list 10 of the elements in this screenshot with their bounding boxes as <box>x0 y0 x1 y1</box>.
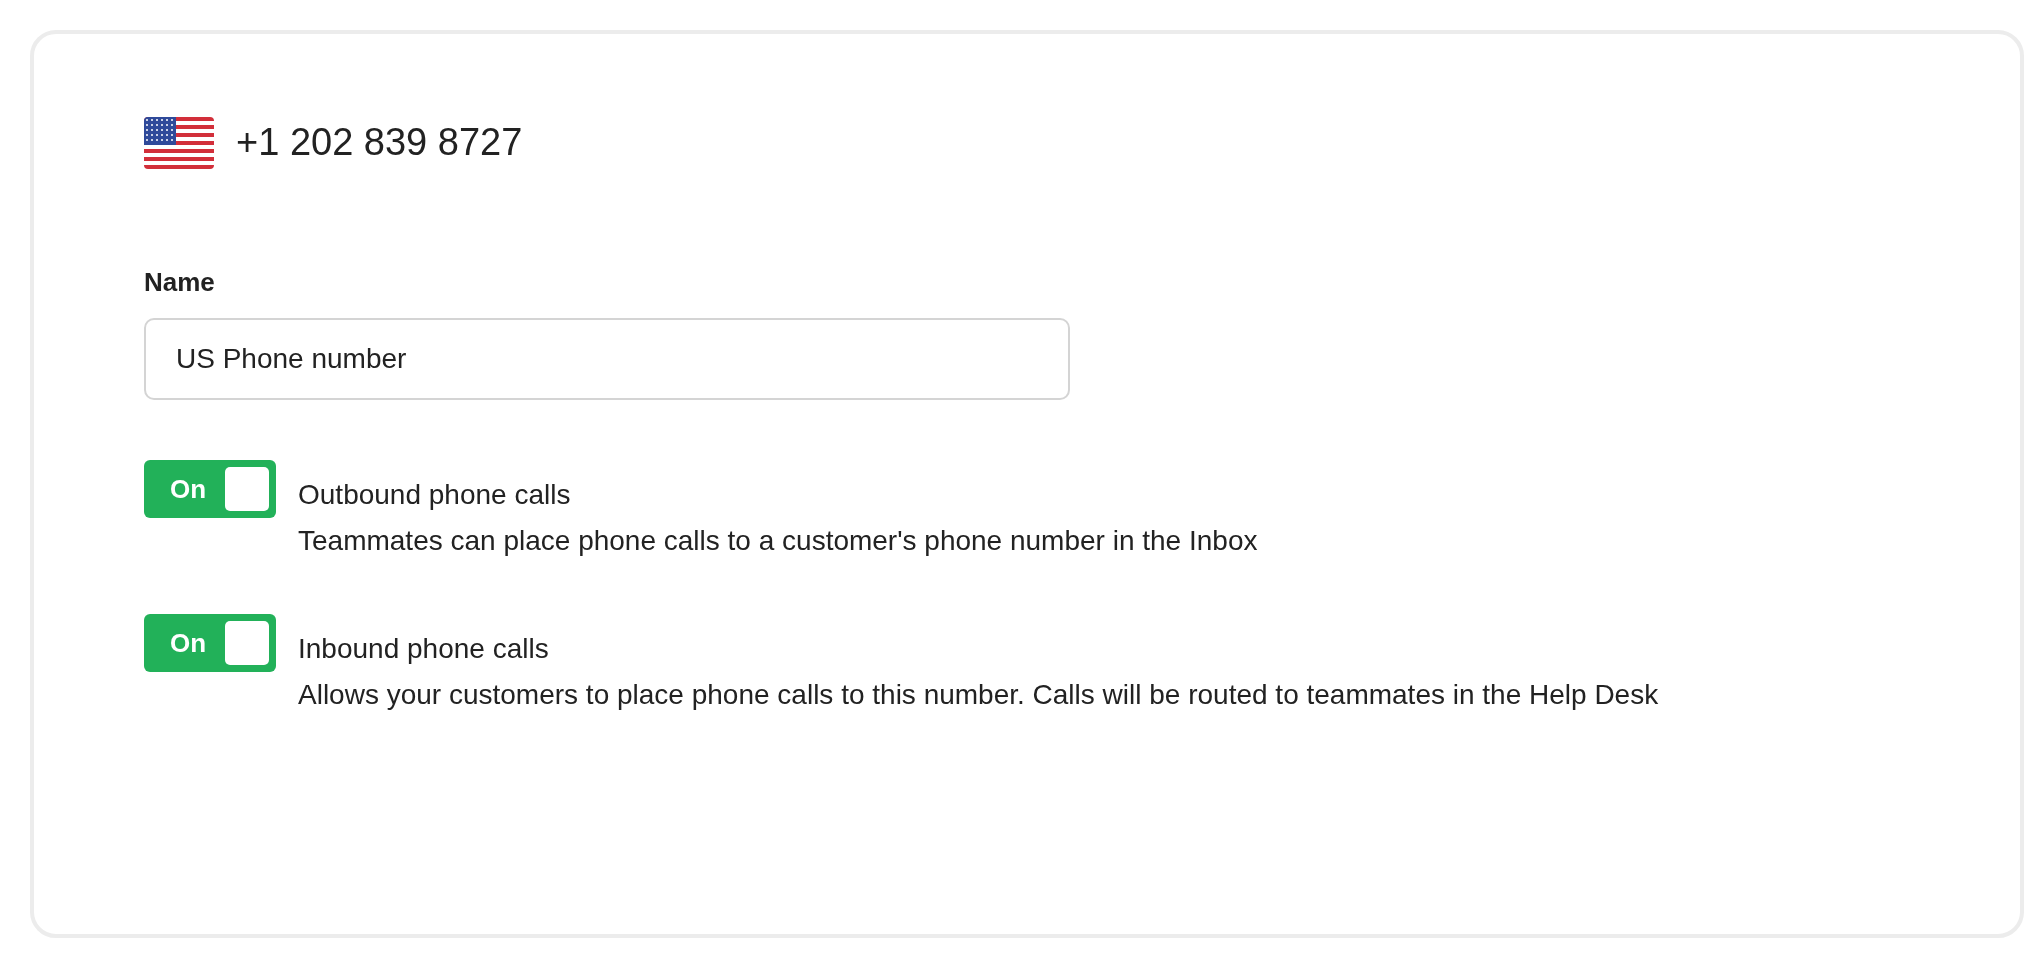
setting-description: Allows your customers to place phone calls to this number. Calls will be routed to teammates in the Help Desk <box>298 678 1659 712</box>
phone-number: +1 202 839 8727 <box>236 120 523 165</box>
flag-icon <box>144 116 214 169</box>
toggle-switch[interactable]: On <box>144 614 276 672</box>
toggle-switch[interactable]: On <box>144 460 276 518</box>
name-input[interactable]: US Phone number <box>144 318 1070 400</box>
field-label: Name <box>144 266 216 299</box>
setting-description: Teammates can place phone calls to a customer's phone number in the Inbox <box>298 524 1258 558</box>
setting-title: Inbound phone calls <box>298 632 550 666</box>
setting-title: Outbound phone calls <box>298 478 572 512</box>
